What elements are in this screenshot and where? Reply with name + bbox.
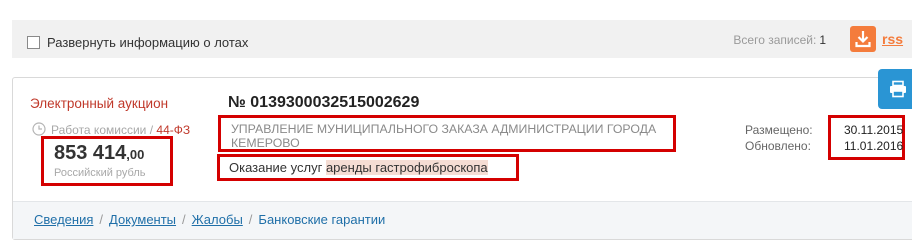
purchase-number-link[interactable]: № 0139300032515002629 [228,94,419,112]
law-label: 44-ФЗ [156,123,191,137]
subject-text: Оказание услуг [229,160,323,175]
updated-date: 11.01.2016 [844,139,904,153]
price-main: 853 414 [54,142,127,164]
total-records: Всего записей: 1 [733,33,826,47]
tab-bank-guarantees[interactable]: Банковские гарантии [258,212,385,227]
placed-label: Размещено: [745,123,813,137]
card-tabs: Сведения / Документы / Жалобы / Банковские гар… [34,212,385,227]
procedure-type: Электронный аукцион [30,96,169,111]
side-action-button[interactable] [878,69,912,109]
expand-lots-label[interactable]: Развернуть информацию о лотах [47,35,248,50]
tab-complaints[interactable]: Жалобы [192,212,243,227]
price-kopecks: ,00 [126,147,145,162]
printer-icon [890,80,906,98]
total-records-count: 1 [819,33,826,47]
initial-price: 853 414,00 [54,142,144,165]
subject-highlight: Оказание услуг аренды гастрофиброскопа [217,154,519,181]
download-icon [855,31,871,48]
rss-link[interactable]: rss [882,31,903,47]
dates-values: 30.11.2015 11.01.2016 [844,122,903,154]
expand-lots-checkbox[interactable] [27,36,40,49]
tab-documents[interactable]: Документы [109,212,176,227]
download-button[interactable] [850,26,876,52]
tab-separator: / [248,212,253,227]
clock-icon [32,122,46,136]
currency-label: Российский рубль [54,167,146,179]
subject-keyword-highlight: аренды гастрофиброскопа [325,160,488,175]
stage-label: Работа комиссии [51,123,147,137]
stage-separator: / [149,123,154,137]
placed-date: 30.11.2015 [844,123,904,137]
tab-separator: / [182,212,186,227]
customer-highlight: УПРАВЛЕНИЕ МУНИЦИПАЛЬНОГО ЗАКАЗА АДМИНИС… [218,115,676,152]
tab-details[interactable]: Сведения [34,212,93,227]
total-records-label: Всего записей: [733,33,817,47]
purchase-stage: Работа комиссии / 44-ФЗ [51,123,190,137]
dates-highlight: 30.11.2015 11.01.2016 [828,115,905,160]
price-highlight: 853 414,00 Российский рубль [41,136,173,186]
dates-labels: Размещено: Обновлено: [745,122,813,154]
customer-name[interactable]: УПРАВЛЕНИЕ МУНИЦИПАЛЬНОГО ЗАКАЗА АДМИНИС… [231,122,671,150]
purchase-subject: Оказание услуг аренды гастрофиброскопа [229,160,488,175]
results-toolbar: Развернуть информацию о лотах Всего запи… [12,20,912,58]
updated-label: Обновлено: [745,139,811,153]
purchase-card: Электронный аукцион Работа комиссии / 44… [12,77,912,240]
tab-separator: / [99,212,104,227]
